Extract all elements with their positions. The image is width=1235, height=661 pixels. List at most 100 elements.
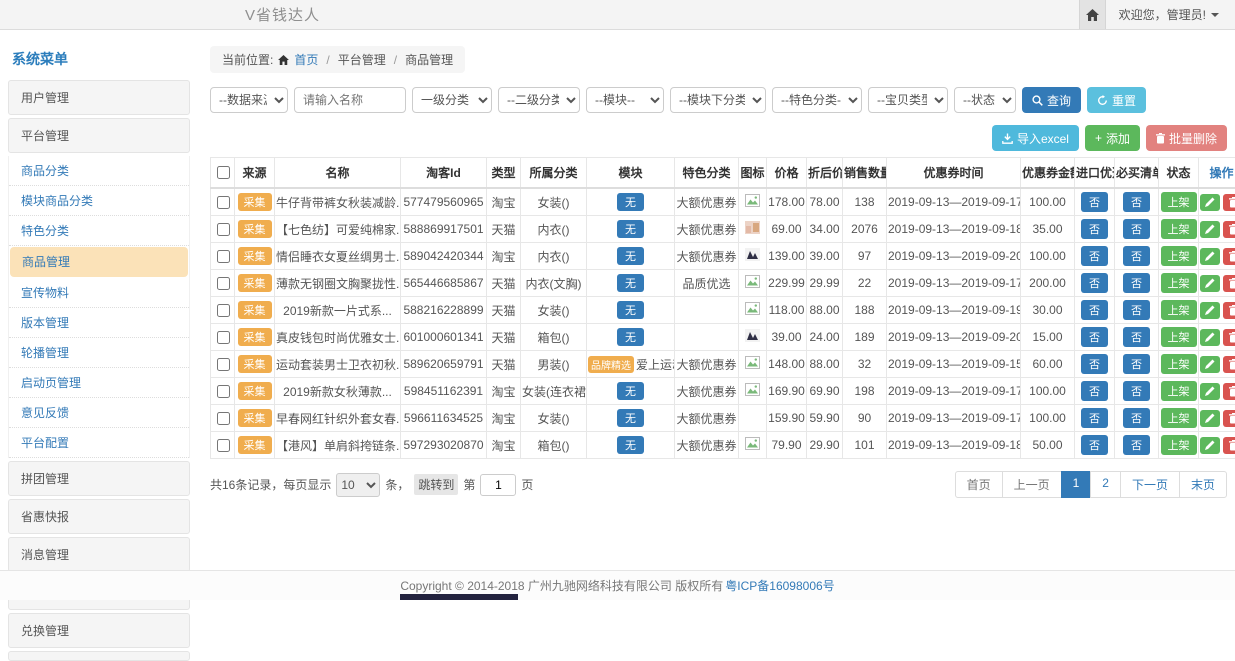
edit-button[interactable]: [1200, 221, 1220, 238]
edit-button[interactable]: [1200, 194, 1220, 211]
status-button[interactable]: 上架: [1161, 300, 1197, 320]
status-button[interactable]: 上架: [1161, 246, 1197, 266]
delete-button[interactable]: [1223, 194, 1235, 211]
must-buy-toggle[interactable]: 否: [1123, 381, 1150, 401]
import-select-toggle[interactable]: 否: [1081, 246, 1108, 266]
edit-button[interactable]: [1200, 302, 1220, 319]
sidebar-item-商品分类[interactable]: 商品分类: [9, 156, 189, 186]
edit-button[interactable]: [1200, 383, 1220, 400]
row-checkbox[interactable]: [217, 277, 230, 290]
delete-button[interactable]: [1223, 248, 1235, 265]
page-size-select[interactable]: 10: [336, 473, 380, 497]
status-button[interactable]: 上架: [1161, 192, 1197, 212]
delete-button[interactable]: [1223, 410, 1235, 427]
status-button[interactable]: 上架: [1161, 219, 1197, 239]
must-buy-toggle[interactable]: 否: [1123, 219, 1150, 239]
filter-select-5[interactable]: --特色分类--: [772, 87, 862, 113]
sidebar-item-省惠快报[interactable]: 省惠快报: [8, 499, 190, 534]
add-button[interactable]: + 添加: [1085, 125, 1140, 151]
edit-button[interactable]: [1200, 356, 1220, 373]
filter-select-0[interactable]: --数据来源--: [210, 87, 288, 113]
reset-button[interactable]: 重置: [1087, 87, 1146, 113]
import-select-toggle[interactable]: 否: [1081, 381, 1108, 401]
row-checkbox[interactable]: [217, 331, 230, 344]
delete-button[interactable]: [1223, 302, 1235, 319]
must-buy-toggle[interactable]: 否: [1123, 435, 1150, 455]
status-button[interactable]: 上架: [1161, 354, 1197, 374]
user-menu[interactable]: 欢迎您，管理员!: [1119, 6, 1219, 23]
pagination-button[interactable]: 1: [1061, 471, 1092, 498]
search-button[interactable]: 查询: [1022, 87, 1081, 113]
delete-button[interactable]: [1223, 437, 1235, 454]
delete-button[interactable]: [1223, 383, 1235, 400]
icp-link[interactable]: 粤ICP备16098006号: [725, 577, 834, 594]
must-buy-toggle[interactable]: 否: [1123, 273, 1150, 293]
filter-select-3[interactable]: --模块--: [586, 87, 664, 113]
import-select-toggle[interactable]: 否: [1081, 435, 1108, 455]
pagination-button[interactable]: 末页: [1179, 471, 1227, 498]
must-buy-toggle[interactable]: 否: [1123, 408, 1150, 428]
sidebar-item-启动页管理[interactable]: 启动页管理: [9, 368, 189, 398]
import-select-toggle[interactable]: 否: [1081, 219, 1108, 239]
import-select-toggle[interactable]: 否: [1081, 300, 1108, 320]
import-select-toggle[interactable]: 否: [1081, 273, 1108, 293]
row-checkbox[interactable]: [217, 196, 230, 209]
sidebar-item-消息管理[interactable]: 消息管理: [8, 537, 190, 572]
row-checkbox[interactable]: [217, 385, 230, 398]
status-button[interactable]: 上架: [1161, 408, 1197, 428]
sidebar-item-结算管理[interactable]: 结算管理: [8, 651, 190, 661]
must-buy-toggle[interactable]: 否: [1123, 300, 1150, 320]
edit-button[interactable]: [1200, 437, 1220, 454]
sidebar-item-特色分类[interactable]: 特色分类: [9, 216, 189, 246]
must-buy-toggle[interactable]: 否: [1123, 246, 1150, 266]
import-select-toggle[interactable]: 否: [1081, 192, 1108, 212]
sidebar-item-平台配置[interactable]: 平台配置: [9, 428, 189, 458]
import-select-toggle[interactable]: 否: [1081, 408, 1108, 428]
pagination-button[interactable]: 上一页: [1002, 471, 1062, 498]
pagination-button[interactable]: 2: [1090, 471, 1121, 498]
batch-delete-button[interactable]: 批量删除: [1146, 125, 1227, 151]
sidebar-item-意见反馈[interactable]: 意见反馈: [9, 398, 189, 428]
sidebar-item-商品管理[interactable]: 商品管理: [10, 247, 188, 277]
delete-button[interactable]: [1223, 329, 1235, 346]
delete-button[interactable]: [1223, 356, 1235, 373]
row-checkbox[interactable]: [217, 223, 230, 236]
status-button[interactable]: 上架: [1161, 381, 1197, 401]
row-checkbox[interactable]: [217, 412, 230, 425]
sidebar-item-用户管理[interactable]: 用户管理: [8, 80, 190, 115]
filter-select-1[interactable]: 一级分类: [412, 87, 492, 113]
filter-select-2[interactable]: --二级分类--: [498, 87, 580, 113]
status-button[interactable]: 上架: [1161, 327, 1197, 347]
filter-select-6[interactable]: --宝贝类型--: [868, 87, 948, 113]
delete-button[interactable]: [1223, 221, 1235, 238]
home-icon[interactable]: [1079, 0, 1106, 29]
sidebar-item-版本管理[interactable]: 版本管理: [9, 308, 189, 338]
edit-button[interactable]: [1200, 248, 1220, 265]
row-checkbox[interactable]: [217, 250, 230, 263]
import-excel-button[interactable]: 导入excel: [992, 125, 1079, 151]
filter-select-4[interactable]: --模块下分类--: [670, 87, 766, 113]
must-buy-toggle[interactable]: 否: [1123, 192, 1150, 212]
sidebar-item-轮播管理[interactable]: 轮播管理: [9, 338, 189, 368]
must-buy-toggle[interactable]: 否: [1123, 354, 1150, 374]
filter-select-7[interactable]: --状态--: [954, 87, 1016, 113]
row-checkbox[interactable]: [217, 304, 230, 317]
sidebar-item-拼团管理[interactable]: 拼团管理: [8, 461, 190, 496]
edit-button[interactable]: [1200, 329, 1220, 346]
sidebar-item-兑换管理[interactable]: 兑换管理: [8, 613, 190, 648]
breadcrumb-home-link[interactable]: 首页: [294, 51, 318, 68]
sidebar-item-宣传物料[interactable]: 宣传物料: [9, 278, 189, 308]
import-select-toggle[interactable]: 否: [1081, 354, 1108, 374]
pagination-button[interactable]: 下一页: [1120, 471, 1180, 498]
select-all-checkbox[interactable]: [217, 166, 230, 179]
import-select-toggle[interactable]: 否: [1081, 327, 1108, 347]
delete-button[interactable]: [1223, 275, 1235, 292]
pagination-button[interactable]: 首页: [955, 471, 1003, 498]
edit-button[interactable]: [1200, 275, 1220, 292]
must-buy-toggle[interactable]: 否: [1123, 327, 1150, 347]
sidebar-item-模块商品分类[interactable]: 模块商品分类: [9, 186, 189, 216]
row-checkbox[interactable]: [217, 358, 230, 371]
row-checkbox[interactable]: [217, 439, 230, 452]
edit-button[interactable]: [1200, 410, 1220, 427]
status-button[interactable]: 上架: [1161, 435, 1197, 455]
